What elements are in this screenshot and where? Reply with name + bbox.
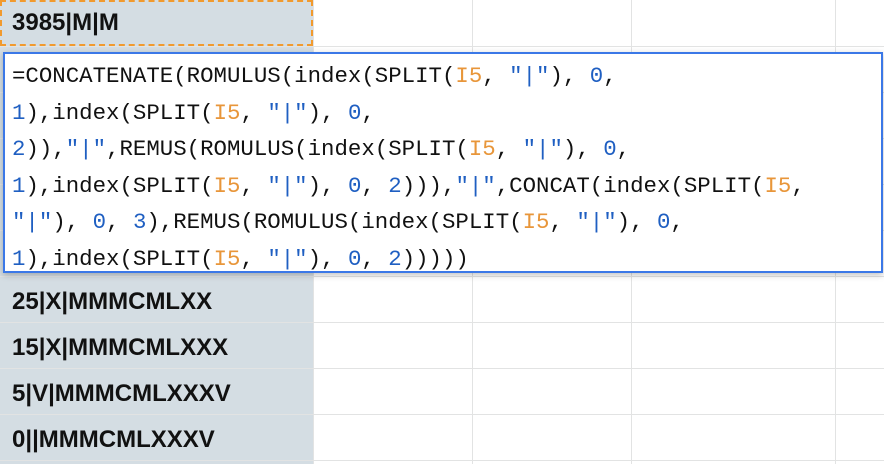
cell-value[interactable]: 5|V|MMMCMLXXXV [0,371,313,417]
formula-number: 3 [132,209,147,235]
formula-number: 0 [656,209,671,235]
formula-text: ),index(SPLIT( [25,245,214,272]
formula-text: ))))) [401,245,469,272]
formula-number: 2 [12,136,26,162]
formula-text: , [495,136,523,162]
formula-text: ),REMUS(ROMULUS(index(SPLIT( [146,209,523,235]
formula-editor[interactable]: =CONCATENATE(ROMULUS(index(SPLIT(I5, "|"… [3,52,883,273]
formula-text: ), [616,209,657,235]
formula-text: , [670,209,684,235]
formula-number: 2 [388,245,402,272]
formula-number: 0 [347,172,362,199]
formula-text: , [240,172,268,199]
formula-cell-reference: I5 [468,136,496,162]
formula-text: , [240,245,268,272]
formula-line: 1),index(SPLIT(I5, "|"), 0, 2))),"|",CON… [12,168,881,205]
formula-text: , [482,63,510,89]
formula-text: ), [562,136,604,162]
formula-string: "|" [12,209,53,235]
formula-text: ), [307,99,348,126]
formula-text: ), [307,245,348,272]
formula-text: ,REMUS(ROMULUS(index(SPLIT( [106,136,469,162]
formula-line: 2)),"|",REMUS(ROMULUS(index(SPLIT(I5, "|… [12,131,881,168]
formula-line: 1),index(SPLIT(I5, "|"), 0, [12,95,881,132]
formula-string: "|" [65,136,107,162]
formula-text: , [549,209,577,235]
formula-cell-reference: I5 [455,63,483,89]
formula-number: 1 [12,245,26,272]
cell-value[interactable]: 25|X|MMMCMLXX [0,279,313,325]
formula-string: "|" [267,99,308,126]
formula-number: 1 [12,172,26,199]
formula-cell-reference: I5 [213,245,241,272]
formula-text: ), [307,172,348,199]
active-cell-border [0,0,313,46]
formula-text: ), [52,209,93,235]
formula-cell-reference: I5 [522,209,550,235]
formula-number: 1 [12,99,26,126]
formula-cell-reference: I5 [213,172,241,199]
formula-text: , [361,99,375,126]
formula-line: "|"), 0, 3),REMUS(ROMULUS(index(SPLIT(I5… [12,204,881,241]
formula-line: =CONCATENATE(ROMULUS(index(SPLIT(I5, "|"… [12,58,881,95]
formula-text: ), [549,63,590,89]
formula-text: , [240,99,268,126]
cell-value[interactable]: 15|X|MMMCMLXXX [0,325,313,371]
formula-text: =CONCATENATE(ROMULUS(index(SPLIT( [12,63,456,89]
row-divider [0,46,884,47]
formula-cell-reference: I5 [764,172,792,199]
formula-text: , [791,172,805,199]
formula-number: 0 [347,99,362,126]
formula-number: 0 [589,63,604,89]
formula-text: , [361,245,389,272]
formula-text: ,CONCAT(index(SPLIT( [495,172,765,199]
formula-line: 1),index(SPLIT(I5, "|"), 0, 2))))) [12,241,881,278]
formula-string: "|" [576,209,617,235]
formula-string: "|" [509,63,550,89]
formula-text: , [603,63,617,89]
formula-number: 0 [92,209,107,235]
formula-string: "|" [522,136,563,162]
cell-value[interactable]: 0||MMMCMLXXXV [0,417,313,463]
formula-number: 0 [347,245,362,272]
formula-text: , [106,209,133,235]
formula-text: ),index(SPLIT( [25,172,214,199]
formula-text: )), [25,136,66,162]
formula-string: "|" [267,245,308,272]
formula-string: "|" [267,172,308,199]
formula-text: , [361,172,389,199]
formula-string: "|" [455,172,496,199]
formula-number: 0 [603,136,617,162]
formula-number: 2 [388,172,402,199]
formula-text: ))), [401,172,456,199]
formula-text: , [616,136,631,162]
formula-text: ),index(SPLIT( [25,99,214,126]
formula-cell-reference: I5 [213,99,241,126]
